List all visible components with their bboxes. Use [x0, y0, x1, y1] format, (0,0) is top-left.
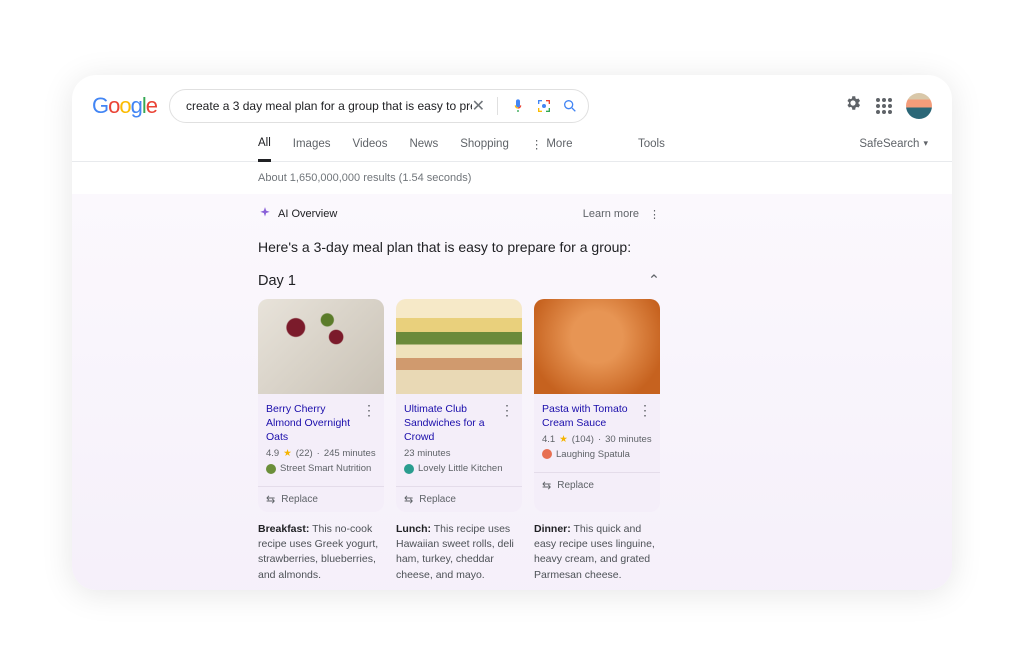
sparkle-icon [258, 206, 272, 223]
chevron-up-icon: ⌃ [648, 273, 660, 289]
replace-button[interactable]: ⇆ Replace [396, 486, 522, 512]
recipe-card-breakfast: Berry Cherry Almond Overnight Oats ⋮ 4.9… [258, 299, 384, 513]
swap-icon: ⇆ [542, 479, 551, 492]
tab-all[interactable]: All [258, 137, 271, 162]
clear-icon[interactable]: ✕ [472, 96, 485, 116]
favicon [404, 464, 414, 474]
recipe-meta: 23 minutes [404, 448, 514, 459]
browser-window: Google ✕ [72, 75, 952, 590]
kebab-icon[interactable]: ⋮ [649, 208, 660, 221]
recipe-source[interactable]: Lovely Little Kitchen [404, 463, 514, 474]
kebab-icon[interactable]: ⋮ [358, 402, 376, 419]
favicon [266, 464, 276, 474]
search-input[interactable] [186, 99, 472, 113]
lens-icon[interactable] [536, 98, 552, 114]
recipe-title-link[interactable]: Pasta with Tomato Cream Sauce [542, 402, 634, 430]
day1-title: Day 1 [258, 273, 296, 289]
header-right [844, 93, 932, 119]
search-icon[interactable] [562, 98, 578, 114]
day1-cards: Berry Cherry Almond Overnight Oats ⋮ 4.9… [258, 299, 660, 513]
safesearch-dropdown[interactable]: SafeSearch ▾ [859, 138, 928, 160]
recipe-card-dinner: Pasta with Tomato Cream Sauce ⋮ 4.1★ (10… [534, 299, 660, 513]
tab-videos[interactable]: Videos [353, 138, 388, 160]
mic-icon[interactable] [510, 98, 526, 114]
kebab-icon[interactable]: ⋮ [496, 402, 514, 419]
learn-more-link[interactable]: Learn more [583, 208, 639, 220]
day1-descriptions: Breakfast: This no-cook recipe uses Gree… [258, 522, 660, 583]
ai-overview-section: AI Overview Learn more ⋮ Here's a 3-day … [72, 194, 952, 590]
search-tabs: All Images Videos News Shopping ⋮More To… [72, 129, 952, 162]
favicon [542, 449, 552, 459]
star-icon: ★ [559, 434, 568, 445]
meal-description: Dinner: This quick and easy recipe uses … [534, 522, 660, 583]
meal-description: Breakfast: This no-cook recipe uses Gree… [258, 522, 384, 583]
more-menu[interactable]: ⋮More [531, 137, 573, 161]
recipe-card-lunch: Ultimate Club Sandwiches for a Crowd ⋮ 2… [396, 299, 522, 513]
ai-intro-text: Here's a 3-day meal plan that is easy to… [258, 231, 660, 269]
meal-description: Lunch: This recipe uses Hawaiian sweet r… [396, 522, 522, 583]
separator [497, 97, 498, 115]
result-stats: About 1,650,000,000 results (1.54 second… [72, 162, 952, 194]
apps-icon[interactable] [876, 98, 892, 114]
recipe-title-link[interactable]: Ultimate Club Sandwiches for a Crowd [404, 402, 496, 445]
recipe-image[interactable] [396, 299, 522, 394]
day1-header[interactable]: Day 1 ⌃ [258, 269, 660, 299]
gear-icon[interactable] [844, 94, 862, 117]
recipe-image[interactable] [258, 299, 384, 394]
star-icon: ★ [283, 448, 292, 459]
swap-icon: ⇆ [404, 493, 413, 506]
kebab-icon[interactable]: ⋮ [634, 402, 652, 419]
tab-news[interactable]: News [409, 138, 438, 160]
recipe-image[interactable] [534, 299, 660, 394]
recipe-meta: 4.9★ (22)· 245 minutes [266, 448, 376, 459]
ai-overview-header: AI Overview Learn more ⋮ [258, 194, 660, 231]
recipe-meta: 4.1★ (104)· 30 minutes [542, 434, 652, 445]
tab-shopping[interactable]: Shopping [460, 138, 509, 160]
search-bar[interactable]: ✕ [169, 89, 589, 123]
replace-button[interactable]: ⇆ Replace [534, 472, 660, 498]
header: Google ✕ [72, 75, 952, 129]
search-bar-icons: ✕ [472, 96, 578, 116]
replace-button[interactable]: ⇆ Replace [258, 486, 384, 512]
recipe-source[interactable]: Laughing Spatula [542, 449, 652, 460]
recipe-source[interactable]: Street Smart Nutrition [266, 463, 376, 474]
chevron-down-icon: ▾ [923, 138, 928, 149]
tools-link[interactable]: Tools [638, 138, 665, 160]
swap-icon: ⇆ [266, 493, 275, 506]
ai-overview-label: AI Overview [278, 208, 337, 220]
recipe-title-link[interactable]: Berry Cherry Almond Overnight Oats [266, 402, 358, 445]
tab-images[interactable]: Images [293, 138, 331, 160]
google-logo[interactable]: Google [92, 93, 157, 119]
avatar[interactable] [906, 93, 932, 119]
